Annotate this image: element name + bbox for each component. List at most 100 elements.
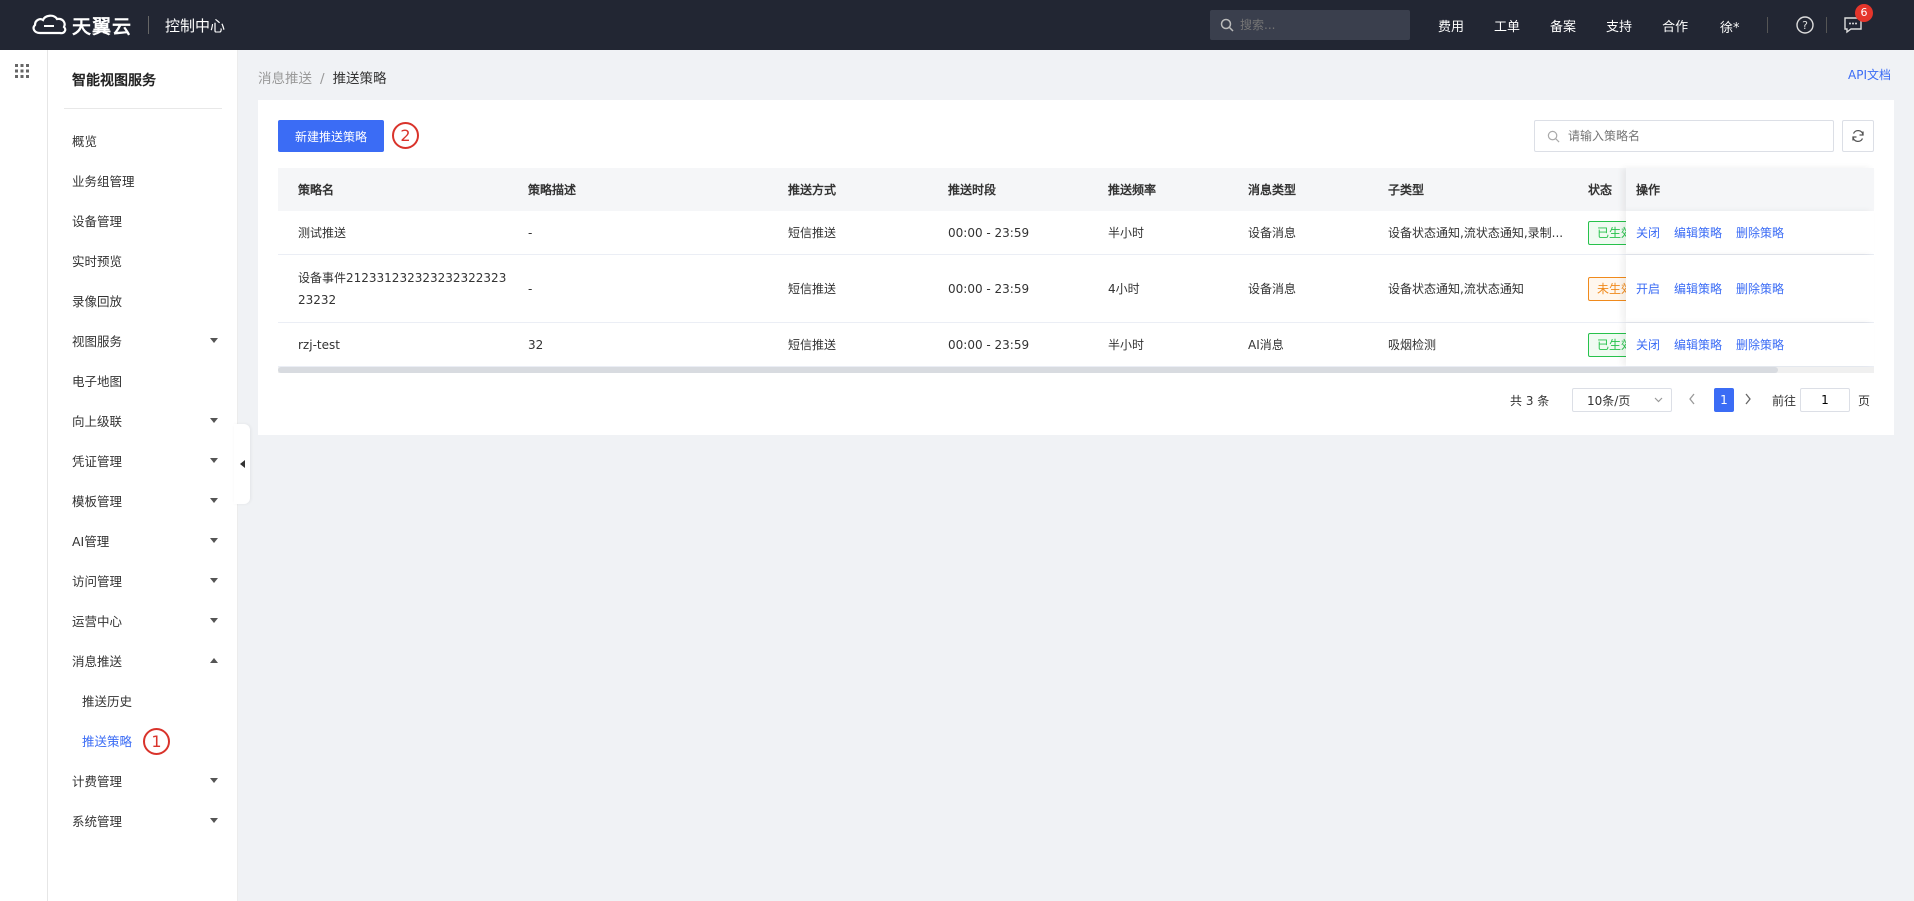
- table-row: 设备事件21233123232323232232323232 - 短信推送 00:00…: [278, 255, 1874, 323]
- edit-strategy-link[interactable]: 编辑策略: [1674, 280, 1722, 297]
- nav-support[interactable]: 支持: [1606, 16, 1632, 35]
- column-header: 子类型: [1388, 183, 1425, 197]
- sidebar-item[interactable]: 实时预览: [72, 248, 222, 272]
- annotation-marker-1: 1: [143, 728, 170, 755]
- pagination: 共 3 条 10条/页 1 前往 页: [258, 388, 1894, 412]
- ops-header-col: 操作: [1626, 168, 1874, 211]
- toggle-strategy-link[interactable]: 开启: [1636, 280, 1660, 297]
- sidebar-item[interactable]: 设备管理: [72, 208, 222, 232]
- sidebar-item[interactable]: 推送历史: [82, 688, 222, 712]
- ops-cell: 开启 编辑策略 删除策略: [1626, 255, 1874, 322]
- sidebar-item[interactable]: 运营中心: [72, 608, 222, 632]
- sidebar-item[interactable]: 业务组管理: [72, 168, 222, 192]
- sidebar: 智能视图服务 概览 业务组管理 设备管理 实时预览 录像回放 视图服务 电子地图 向上级联 凭证…: [48, 50, 238, 901]
- sidebar-collapse-handle[interactable]: [234, 424, 250, 504]
- svg-text:?: ?: [1802, 19, 1808, 32]
- cell-push-frequency: 半小时: [1108, 338, 1145, 352]
- apps-grid-icon[interactable]: [15, 64, 29, 78]
- sidebar-item-label: 推送历史: [82, 693, 133, 709]
- api-doc-link[interactable]: API文档: [1848, 66, 1891, 83]
- product-rail: [0, 50, 48, 901]
- cell-push-method: 短信推送: [788, 282, 837, 296]
- breadcrumb: 消息推送 / 推送策略: [258, 67, 387, 87]
- cell-message-type: 设备消息: [1248, 282, 1297, 296]
- sidebar-item-label: 实时预览: [72, 253, 123, 269]
- caret-up-icon: [210, 657, 218, 663]
- sidebar-item-label: 模板管理: [72, 493, 123, 509]
- page-number-current[interactable]: 1: [1714, 388, 1734, 412]
- cell-message-type: AI消息: [1248, 338, 1284, 352]
- edit-strategy-link[interactable]: 编辑策略: [1674, 224, 1722, 241]
- cell-description: -: [528, 225, 533, 240]
- column-header: 操作: [1636, 183, 1661, 197]
- horizontal-scrollbar[interactable]: [278, 367, 1874, 373]
- sidebar-item-label: 视图服务: [72, 333, 123, 349]
- sidebar-item[interactable]: 系统管理: [72, 808, 222, 832]
- sidebar-item[interactable]: 概览: [72, 128, 222, 152]
- page-unit-label: 页: [1858, 394, 1871, 408]
- nav-filing[interactable]: 备案: [1550, 16, 1576, 35]
- column-header: 策略描述: [528, 183, 577, 197]
- sidebar-item-label: AI管理: [72, 533, 110, 549]
- caret-down-icon: [210, 417, 218, 423]
- sidebar-item[interactable]: 录像回放: [72, 288, 222, 312]
- caret-down-icon: [210, 577, 218, 583]
- sidebar-item[interactable]: AI管理: [72, 528, 222, 552]
- strategy-search[interactable]: [1534, 120, 1834, 152]
- column-header: 策略名: [298, 183, 335, 197]
- nav-tickets[interactable]: 工单: [1494, 16, 1520, 35]
- console-title[interactable]: 控制中心: [165, 15, 225, 36]
- sidebar-item-label: 计费管理: [72, 773, 123, 789]
- sidebar-item[interactable]: 消息推送: [72, 648, 222, 672]
- nav-cooperation[interactable]: 合作: [1662, 16, 1688, 35]
- cell-push-frequency: 半小时: [1108, 226, 1145, 240]
- scrollbar-thumb[interactable]: [278, 367, 1778, 373]
- edit-strategy-link[interactable]: 编辑策略: [1674, 336, 1722, 353]
- help-icon[interactable]: ?: [1795, 15, 1815, 35]
- sidebar-item[interactable]: 访问管理: [72, 568, 222, 592]
- sidebar-item[interactable]: 凭证管理: [72, 448, 222, 472]
- collapse-left-icon: [239, 460, 245, 468]
- delete-strategy-link[interactable]: 删除策略: [1736, 224, 1784, 241]
- sidebar-item[interactable]: 模板管理: [72, 488, 222, 512]
- delete-strategy-link[interactable]: 删除策略: [1736, 336, 1784, 353]
- refresh-icon: [1852, 129, 1864, 143]
- cell-push-period: 00:00 - 23:59: [948, 337, 1030, 352]
- logo[interactable]: 天翼云: [30, 12, 132, 39]
- page-size-value: 10条/页: [1587, 393, 1631, 408]
- sidebar-item[interactable]: 向上级联: [72, 408, 222, 432]
- caret-down-icon: [210, 617, 218, 623]
- strategy-search-input[interactable]: [1568, 129, 1808, 143]
- ops-cell: 关闭 编辑策略 删除策略: [1626, 211, 1874, 254]
- sidebar-item-label: 设备管理: [72, 213, 123, 229]
- sidebar-item-label: 业务组管理: [72, 173, 135, 189]
- table-row: 测试推送 - 短信推送 00:00 - 23:59 半小时 设备消息 设备状态通知,流状态通…: [278, 211, 1874, 255]
- message-count-badge: 6: [1855, 4, 1873, 22]
- goto-page-input[interactable]: [1800, 388, 1850, 412]
- global-search[interactable]: [1210, 10, 1410, 40]
- new-strategy-button[interactable]: 新建推送策略: [278, 120, 384, 152]
- refresh-button[interactable]: [1842, 120, 1874, 152]
- sidebar-item-label: 消息推送: [72, 653, 123, 669]
- toggle-strategy-link[interactable]: 关闭: [1636, 224, 1660, 241]
- top-nav-links: 费用 工单 备案 支持 合作: [1438, 0, 1718, 50]
- cell-sub-type: 设备状态通知,流状态通知: [1388, 282, 1524, 296]
- global-search-input[interactable]: [1240, 18, 1390, 32]
- sidebar-item[interactable]: 计费管理: [72, 768, 222, 792]
- sidebar-item[interactable]: 视图服务: [72, 328, 222, 352]
- toggle-strategy-link[interactable]: 关闭: [1636, 336, 1660, 353]
- cell-description: -: [528, 281, 533, 296]
- cell-sub-type: 吸烟检测: [1388, 338, 1437, 352]
- prev-page-icon[interactable]: [1688, 393, 1696, 405]
- ops-cell: 关闭 编辑策略 删除策略: [1626, 323, 1874, 366]
- next-page-icon[interactable]: [1744, 393, 1752, 405]
- divider: [64, 108, 222, 109]
- search-icon: [1547, 130, 1560, 142]
- page-size-select[interactable]: 10条/页: [1572, 388, 1672, 412]
- delete-strategy-link[interactable]: 删除策略: [1736, 280, 1784, 297]
- breadcrumb-parent[interactable]: 消息推送: [258, 71, 312, 87]
- user-menu[interactable]: 徐*: [1720, 17, 1740, 36]
- sidebar-item-label: 录像回放: [72, 293, 123, 309]
- sidebar-item[interactable]: 电子地图: [72, 368, 222, 392]
- nav-fees[interactable]: 费用: [1438, 16, 1464, 35]
